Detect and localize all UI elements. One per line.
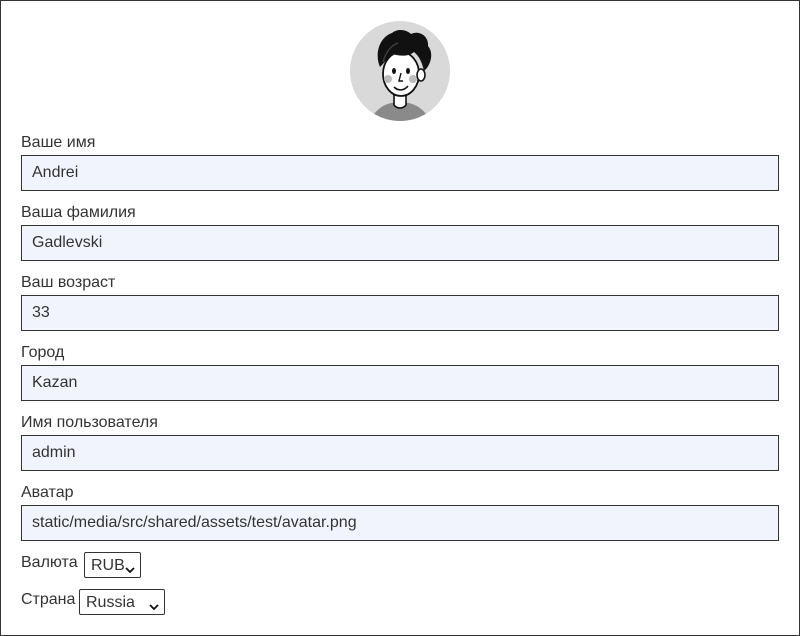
country-label: Страна	[21, 591, 76, 608]
currency-label: Валюта	[21, 554, 78, 571]
chevron-down-icon	[125, 561, 135, 579]
avatar-url-label: Аватар	[21, 484, 74, 501]
avatar-image	[350, 21, 450, 121]
country-select[interactable]: Russia	[79, 589, 165, 615]
last-name-label: Ваша фамилия	[21, 204, 136, 221]
first-name-label: Ваше имя	[21, 134, 96, 151]
currency-select[interactable]: RUB	[84, 552, 141, 578]
username-input[interactable]	[21, 435, 779, 471]
chevron-down-icon	[149, 598, 159, 616]
age-input[interactable]	[21, 295, 779, 331]
last-name-input[interactable]	[21, 225, 779, 261]
avatar-url-input[interactable]	[21, 505, 779, 541]
first-name-input[interactable]	[21, 155, 779, 191]
country-select-value: Russia	[86, 594, 135, 611]
city-input[interactable]	[21, 365, 779, 401]
age-label: Ваш возраст	[21, 274, 116, 291]
avatar	[350, 21, 450, 121]
currency-select-value: RUB	[91, 557, 125, 574]
city-label: Город	[21, 344, 65, 361]
username-label: Имя пользователя	[21, 414, 158, 431]
